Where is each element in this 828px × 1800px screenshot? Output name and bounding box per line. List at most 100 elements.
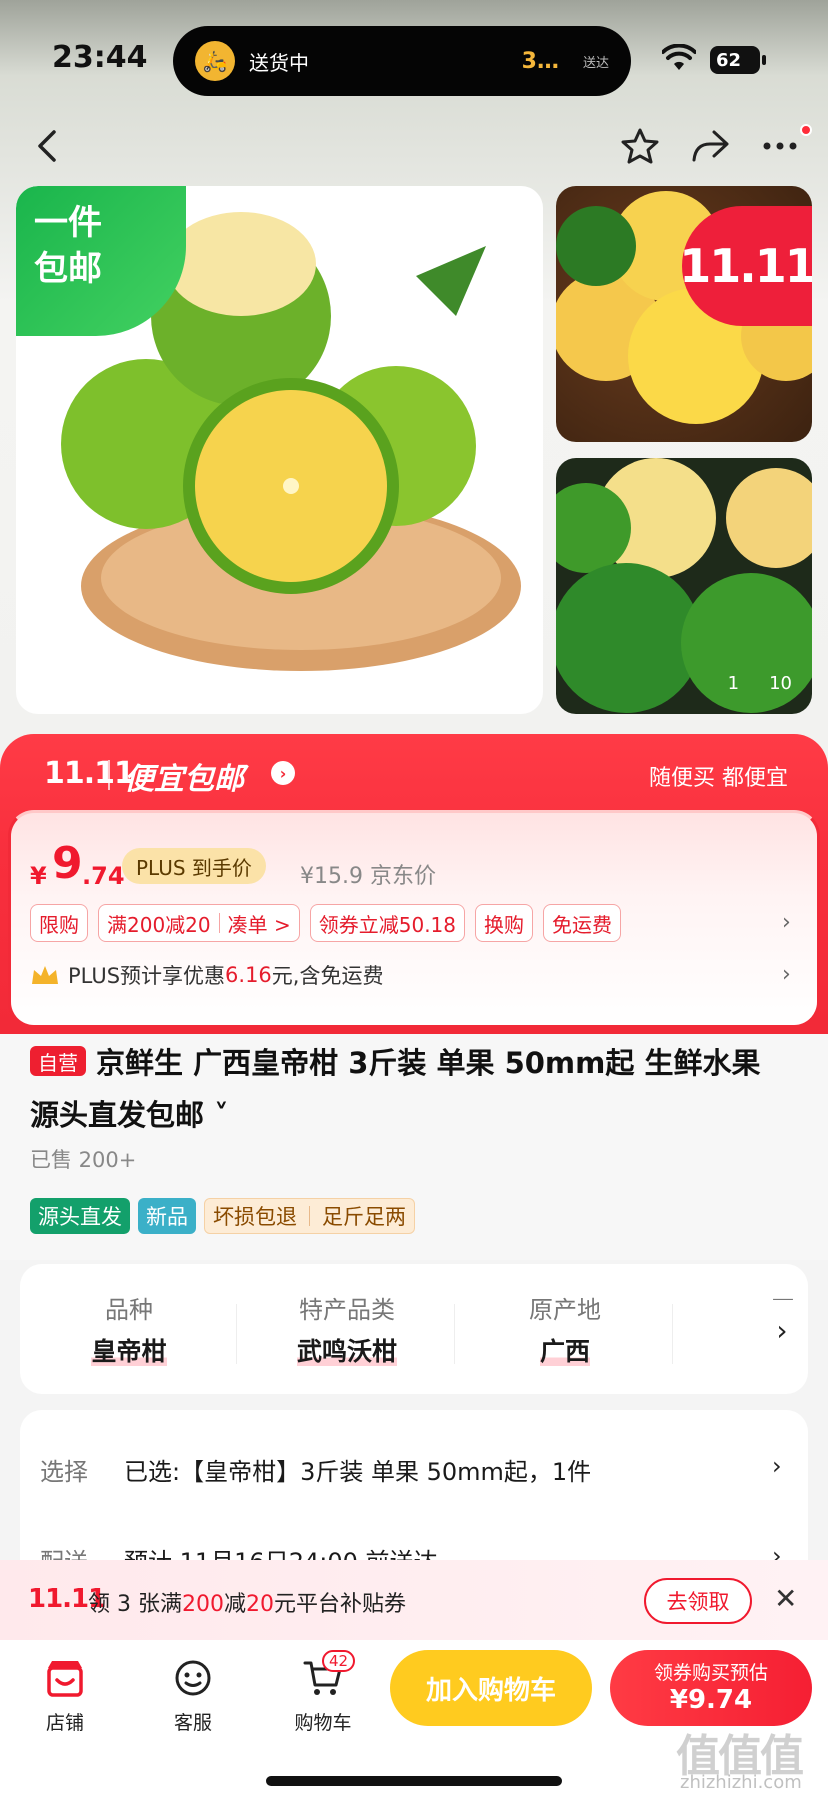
spec-value-text: 武鸣沃柑 [296, 1337, 397, 1366]
price-decimal: .74 [82, 862, 125, 890]
free-shipping-text: 一件 包邮 [34, 203, 102, 289]
promo-tags[interactable]: 限购 满200减20 凑单 > 领券立减50.18 换购 免运费 [30, 904, 622, 942]
choose-label: 选择 [40, 1458, 88, 1486]
store-tab[interactable]: 店铺 [20, 1656, 110, 1735]
spec-item: 特产品类 武鸣沃柑 [238, 1264, 456, 1394]
spec-value: 武鸣沃柑 [238, 1332, 456, 1368]
status-time: 23:44 [52, 40, 148, 75]
buy-button-price: ¥9.74 [669, 1685, 753, 1715]
promo-title[interactable]: 便宜包邮 [124, 754, 244, 798]
sold-count: 已售 200+ [30, 1148, 137, 1172]
buy-button-line1: 领券购买预估 [653, 1662, 768, 1684]
customer-service-icon [175, 1660, 211, 1696]
island-eta: 3… [521, 48, 559, 74]
main-product-image[interactable]: 一件 包邮 [16, 186, 543, 714]
coupon-text: 领 3 张满200减20元平台补贴券 [88, 1586, 406, 1618]
coupon-text-mid: 减 [223, 1592, 246, 1617]
coupon-text-suffix: 元平台补贴券 [274, 1592, 407, 1617]
share-button[interactable] [686, 122, 734, 170]
dynamic-island[interactable]: 🛵 送货中 3… 送达 [173, 26, 631, 96]
star-icon [621, 128, 659, 164]
plus-row-prefix: PLUS预计享优惠 [68, 964, 226, 988]
chevron-left-icon [38, 130, 56, 162]
self-operated-badge: 自营 [30, 1046, 86, 1076]
promo-tag[interactable]: 换购 [475, 904, 534, 942]
cart-tab[interactable]: 购物车 [278, 1656, 368, 1735]
spec-label: 品种 [105, 1296, 153, 1324]
gallery-counter: 1 10 [728, 673, 792, 694]
back-button[interactable] [24, 122, 72, 170]
product-title-line2[interactable]: 源头直发包邮 ˅ [30, 1092, 229, 1134]
promo-divider [108, 760, 110, 790]
island-sub: 送达 [582, 55, 609, 71]
thumbnail-image-2[interactable]: 1 10 [556, 458, 812, 714]
battery-level: 62 [716, 49, 742, 71]
claim-coupon-button[interactable]: 去领取 [644, 1578, 752, 1624]
spec-item: 原产地 广西 [456, 1264, 674, 1394]
thumbnail-image-1[interactable]: 11.11 [556, 186, 812, 442]
plus-row-amount: 6.16 [225, 963, 272, 987]
tag-divider [309, 1206, 310, 1226]
more-icon [763, 142, 797, 150]
promo-tag[interactable]: 免运费 [543, 904, 622, 942]
service-tag-text: 坏损包退 [213, 1205, 297, 1229]
choose-value[interactable]: 已选:【皇帝柑】3斤装 单果 50mm起，1件 [124, 1452, 591, 1487]
buy-now-button[interactable]: 领券购买预估 ¥9.74 [610, 1650, 812, 1726]
service-tag[interactable]: 坏损包退 足斤足两 [204, 1198, 415, 1234]
gallery-current: 1 [727, 673, 740, 694]
spec-value: 广西 [456, 1332, 674, 1368]
chevron-right-icon[interactable]: › [772, 1452, 782, 1480]
tag-divider [218, 913, 220, 933]
notification-dot [800, 124, 812, 136]
spec-divider [672, 1304, 673, 1364]
more-button[interactable] [756, 122, 804, 170]
delivery-icon: 🛵 [195, 41, 235, 81]
service-tag-text: 足斤足两 [322, 1205, 406, 1229]
spec-value-text: 广西 [539, 1337, 590, 1366]
chevron-right-icon[interactable]: › [756, 1300, 808, 1360]
spec-divider [236, 1304, 237, 1364]
double-eleven-logo: 11.11 [44, 756, 135, 791]
favorite-button[interactable] [616, 122, 664, 170]
battery-indicator: 62 [710, 46, 766, 74]
home-indicator[interactable] [266, 1776, 562, 1786]
spec-label: 特产品类 [299, 1296, 395, 1324]
original-price: ¥15.9 京东价 [300, 864, 436, 889]
spec-item: 品种 皇帝柑 [20, 1264, 238, 1394]
store-label: 店铺 [45, 1712, 84, 1734]
promo-go-icon[interactable]: › [271, 761, 295, 785]
plus-price-tag: PLUS 到手价 [122, 848, 266, 884]
double-eleven-badge: 11.11 [679, 206, 812, 326]
crown-icon [32, 966, 58, 984]
coupon-amount: 20 [246, 1592, 274, 1617]
close-icon[interactable]: ✕ [774, 1582, 797, 1615]
store-icon [47, 1661, 83, 1697]
spec-value: 皇帝柑 [20, 1332, 238, 1368]
service-label: 客服 [173, 1712, 212, 1734]
watermark-sub: zhizhizhi.com [680, 1772, 802, 1793]
new-product-tag: 新品 [138, 1198, 196, 1234]
coupon-threshold: 200 [181, 1592, 224, 1617]
gallery-total: 10 [769, 673, 792, 694]
service-tab[interactable]: 客服 [148, 1656, 238, 1735]
promo-tag[interactable]: 限购 [30, 904, 88, 942]
attribute-tags: 源头直发 新品 坏损包退 足斤足两 [30, 1198, 415, 1234]
island-status-text: 送货中 [249, 50, 309, 75]
spec-card[interactable]: 品种 皇帝柑 特产品类 武鸣沃柑 原产地 广西 国 › [20, 1264, 808, 1394]
promo-tag-link: 凑单 > [227, 912, 291, 937]
spec-label: 原产地 [529, 1296, 601, 1324]
wifi-icon [662, 44, 696, 70]
chevron-right-icon[interactable]: › [782, 962, 791, 987]
promo-tag[interactable]: 领券立减50.18 [309, 904, 466, 942]
chevron-right-icon[interactable]: › [782, 910, 791, 935]
plus-row-suffix: 元,含免运费 [271, 964, 384, 988]
cart-label: 购物车 [294, 1712, 352, 1734]
promo-slogan: 随便买 都便宜 [649, 766, 788, 791]
promo-tag-combo[interactable]: 满200减20 凑单 > [98, 904, 300, 942]
cart-count-badge: 42 [322, 1650, 356, 1672]
spec-divider [454, 1304, 455, 1364]
spec-value-text: 皇帝柑 [91, 1337, 167, 1366]
plus-discount-row[interactable]: PLUS预计享优惠 6.16 元,含免运费 [30, 960, 383, 990]
add-to-cart-button[interactable]: 加入购物车 [390, 1650, 592, 1726]
price-currency: ¥ [30, 862, 47, 890]
